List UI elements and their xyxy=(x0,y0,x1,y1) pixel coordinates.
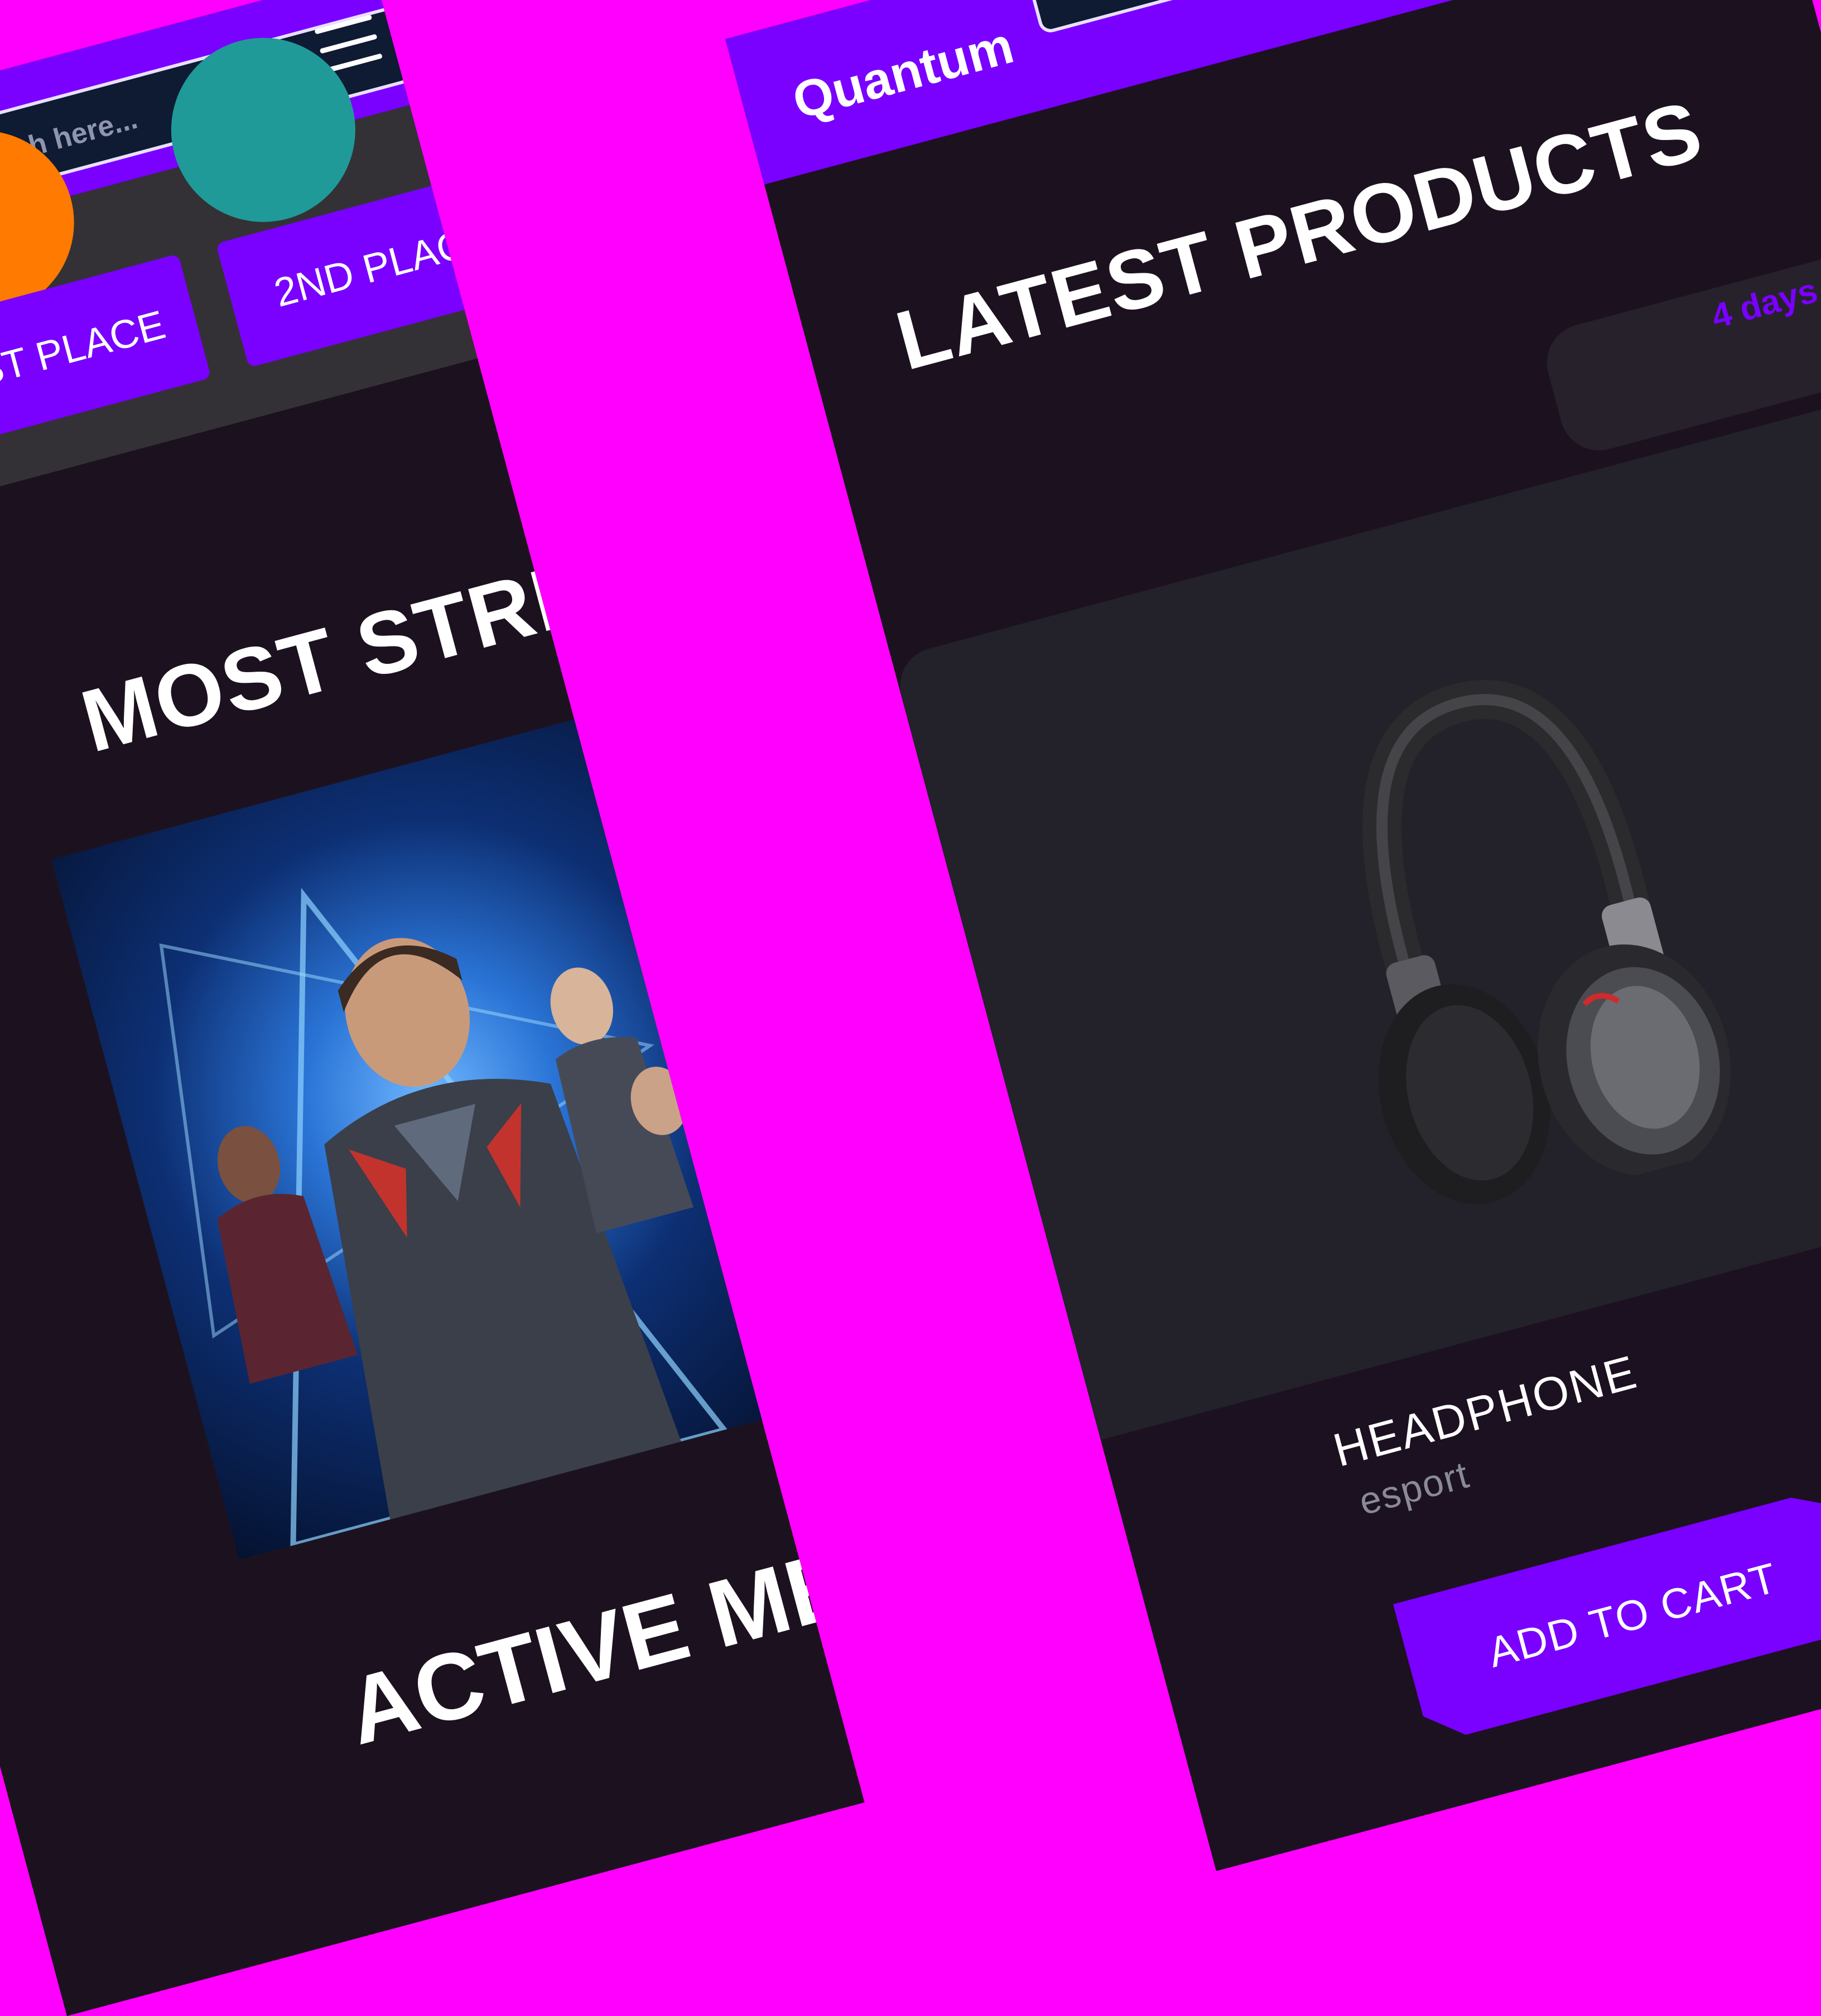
streamed-card-heroes[interactable] xyxy=(51,702,827,1560)
search-input[interactable]: search here... xyxy=(1013,0,1516,35)
most-streamed-heading: MOST STREAMED xyxy=(71,472,859,771)
brand-logo[interactable]: Quantum xyxy=(787,16,1019,131)
left-phone-screen: search here... 1ST PLACE 2ND PLACE MOST … xyxy=(0,0,865,2016)
right-phone-screen: Quantum search here... LATEST PRODUCTS 4… xyxy=(725,0,1821,1872)
team-of-heroes-artwork xyxy=(159,888,729,1550)
